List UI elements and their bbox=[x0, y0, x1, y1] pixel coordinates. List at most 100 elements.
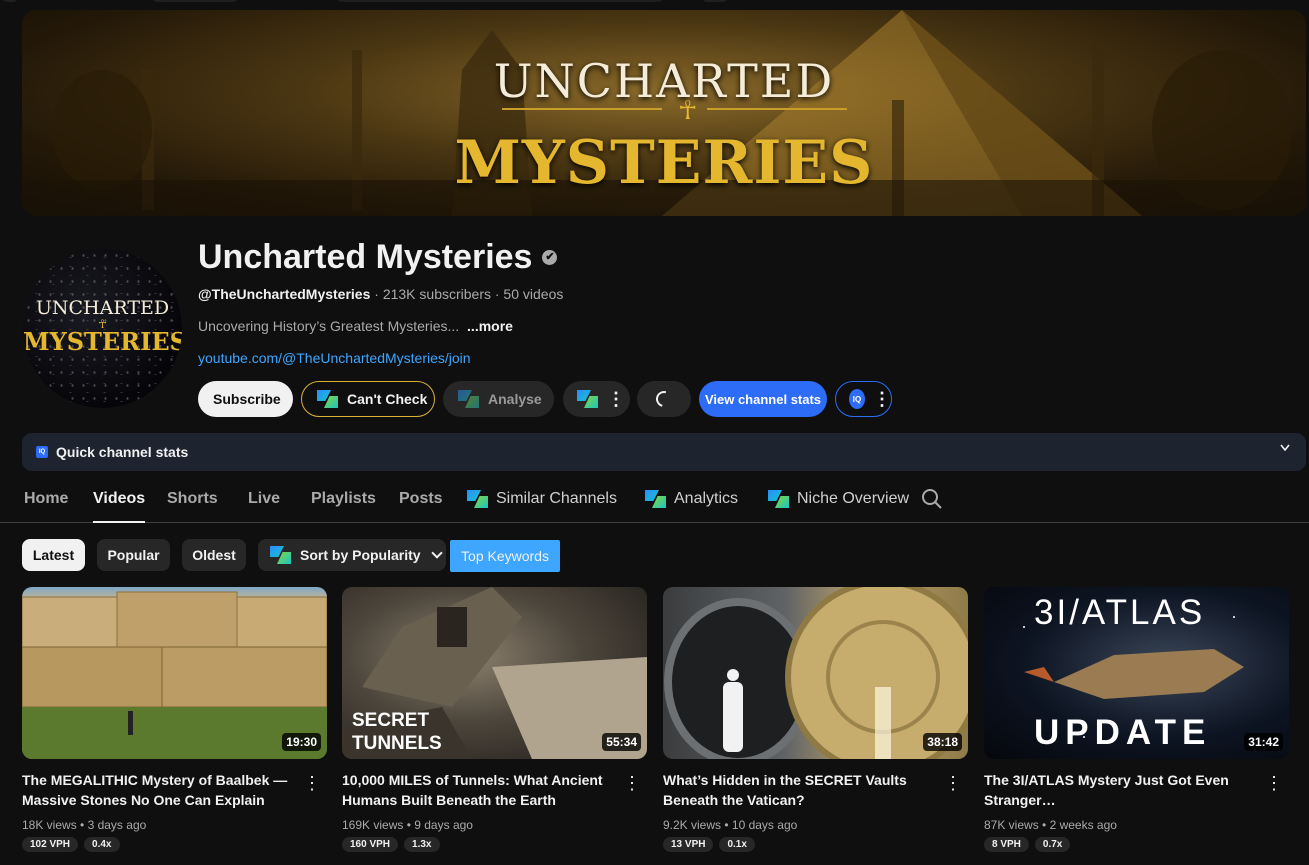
verified-icon: ✔ bbox=[542, 250, 558, 265]
kebab-icon: ⋮ bbox=[607, 389, 625, 409]
nexlev-logo-icon bbox=[458, 390, 480, 408]
video-views: 9.2K views bbox=[663, 818, 722, 832]
video-meta: 87K views • 2 weeks ago bbox=[984, 818, 1117, 832]
vph-badge: 13 VPH bbox=[663, 837, 714, 852]
view-channel-stats-button[interactable]: View channel stats bbox=[699, 381, 827, 417]
outlier-ratio-badge: 0.1x bbox=[719, 837, 755, 852]
tab-live[interactable]: Live bbox=[248, 490, 280, 508]
thumbnail-text: SECRET TUNNELS bbox=[352, 709, 442, 755]
channel-description[interactable]: Uncovering History’s Greatest Mysteries.… bbox=[198, 318, 513, 334]
top-strip bbox=[0, 0, 1309, 10]
more-link[interactable]: ...more bbox=[467, 318, 513, 334]
tab-playlists[interactable]: Playlists bbox=[311, 490, 376, 508]
join-link[interactable]: youtube.com/@TheUnchartedMysteries/join bbox=[198, 350, 471, 366]
meta-separator: • bbox=[721, 818, 732, 832]
video-title[interactable]: The 3I/ATLAS Mystery Just Got Even Stran… bbox=[984, 770, 1264, 810]
kebab-icon[interactable]: ⋮ bbox=[623, 773, 641, 794]
channel-stats: · 213K subscribers · 50 videos bbox=[370, 286, 564, 302]
chevron-down-icon bbox=[430, 547, 443, 559]
tab-shorts[interactable]: Shorts bbox=[167, 490, 218, 508]
thumbnail-text-line1: SECRET bbox=[352, 710, 430, 731]
loading-button[interactable] bbox=[637, 381, 691, 417]
video-views: 169K views bbox=[342, 818, 404, 832]
video-title[interactable]: 10,000 MILES of Tunnels: What Ancient Hu… bbox=[342, 770, 622, 810]
video-meta: 169K views • 9 days ago bbox=[342, 818, 473, 832]
banner-title-line1: UNCHARTED bbox=[493, 54, 835, 108]
top-strip-pill bbox=[150, 0, 240, 2]
top-strip-pill bbox=[700, 0, 730, 2]
video-thumbnail[interactable]: 38:18 bbox=[663, 587, 968, 759]
tab-label: Similar Channels bbox=[496, 490, 617, 507]
banner-rule-right bbox=[707, 108, 847, 110]
vph-badge: 160 VPH bbox=[342, 837, 399, 852]
video-duration: 19:30 bbox=[282, 733, 321, 751]
analyse-button[interactable]: Analyse bbox=[443, 381, 554, 417]
kebab-icon[interactable]: ⋮ bbox=[1265, 773, 1283, 794]
video-thumbnail[interactable]: 19:30 bbox=[22, 587, 327, 759]
filter-oldest-chip[interactable]: Oldest bbox=[182, 539, 246, 571]
filter-latest-chip[interactable]: Latest bbox=[22, 539, 85, 571]
video-card[interactable]: 3I/ATLAS UPDATE 31:42 The 3I/ATLAS Myste… bbox=[984, 587, 1289, 852]
top-strip-pill bbox=[0, 0, 20, 2]
sort-by-popularity-dropdown[interactable]: Sort by Popularity bbox=[258, 539, 446, 571]
top-keywords-button[interactable]: Top Keywords bbox=[450, 540, 560, 572]
video-meta: 18K views • 3 days ago bbox=[22, 818, 146, 832]
channel-meta: @TheUnchartedMysteries · 213K subscriber… bbox=[198, 286, 563, 302]
nexlev-logo-icon bbox=[768, 490, 790, 508]
video-age: 3 days ago bbox=[87, 818, 147, 832]
video-card[interactable]: 19:30 The MEGALITHIC Mystery of Baalbek … bbox=[22, 587, 327, 852]
iq-icon: IQ bbox=[849, 389, 865, 409]
iq-menu-button[interactable]: IQ ⋮ bbox=[835, 381, 892, 417]
nexlev-logo-icon bbox=[577, 390, 599, 408]
channel-avatar[interactable]: UNCHARTED ☥ MYSTERIES bbox=[23, 249, 182, 408]
nexlev-logo-icon bbox=[645, 490, 667, 508]
thumbnail-art bbox=[664, 587, 968, 759]
channel-handle: @TheUnchartedMysteries bbox=[198, 286, 371, 302]
video-thumbnail[interactable]: SECRET TUNNELS 55:34 bbox=[342, 587, 647, 759]
video-age: 9 days ago bbox=[414, 818, 473, 832]
kebab-icon[interactable]: ⋮ bbox=[944, 773, 962, 794]
cant-check-label: Can't Check bbox=[347, 391, 428, 407]
thumbnail-text-line2: TUNNELS bbox=[352, 733, 442, 754]
tab-analytics[interactable]: Analytics bbox=[645, 490, 738, 508]
nexlev-logo-icon bbox=[270, 546, 292, 564]
video-thumbnail[interactable]: 3I/ATLAS UPDATE 31:42 bbox=[984, 587, 1289, 759]
video-badges: 102 VPH 0.4x bbox=[22, 837, 120, 852]
tab-home[interactable]: Home bbox=[24, 490, 68, 508]
nexlev-logo-icon bbox=[467, 490, 489, 508]
outlier-ratio-badge: 1.3x bbox=[404, 837, 440, 852]
quick-stats-label: Quick channel stats bbox=[56, 444, 189, 460]
video-card[interactable]: SECRET TUNNELS 55:34 10,000 MILES of Tun… bbox=[342, 587, 647, 852]
video-title[interactable]: The MEGALITHIC Mystery of Baalbek — Mass… bbox=[22, 770, 302, 810]
video-badges: 160 VPH 1.3x bbox=[342, 837, 440, 852]
meta-separator: • bbox=[76, 818, 88, 832]
video-duration: 31:42 bbox=[1244, 733, 1283, 751]
avatar-line2: MYSTERIES bbox=[23, 327, 182, 356]
video-title[interactable]: What’s Hidden in the SECRET Vaults Benea… bbox=[663, 770, 943, 810]
video-card[interactable]: 38:18 What’s Hidden in the SECRET Vaults… bbox=[663, 587, 968, 852]
channel-name-text: Uncharted Mysteries bbox=[198, 238, 533, 276]
channel-name: Uncharted Mysteries ✔ bbox=[198, 238, 558, 277]
video-views: 87K views bbox=[984, 818, 1039, 832]
outlier-ratio-badge: 0.4x bbox=[84, 837, 120, 852]
tab-niche-overview[interactable]: Niche Overview bbox=[768, 490, 909, 508]
video-age: 10 days ago bbox=[731, 818, 798, 832]
subscribe-button[interactable]: Subscribe bbox=[198, 381, 293, 417]
kebab-icon[interactable]: ⋮ bbox=[303, 773, 321, 794]
tab-posts[interactable]: Posts bbox=[399, 490, 443, 508]
kebab-icon: ⋮ bbox=[873, 389, 891, 409]
extension-menu-button[interactable]: ⋮ bbox=[563, 381, 630, 417]
spinner-icon bbox=[653, 388, 675, 410]
thumbnail-art bbox=[22, 591, 327, 759]
tab-videos[interactable]: Videos bbox=[93, 490, 146, 523]
channel-banner: ☥ UNCHARTED MYSTERIES bbox=[22, 10, 1306, 216]
tab-similar-channels[interactable]: Similar Channels bbox=[467, 490, 617, 508]
meta-separator: • bbox=[403, 818, 415, 832]
quick-channel-stats-bar[interactable]: IQ Quick channel stats bbox=[22, 433, 1306, 471]
channel-tabs: Home Videos Shorts Live Playlists Posts … bbox=[0, 475, 1309, 523]
cant-check-button[interactable]: Can't Check bbox=[301, 381, 435, 417]
search-icon[interactable] bbox=[921, 488, 943, 510]
video-duration: 55:34 bbox=[602, 733, 641, 751]
filter-popular-chip[interactable]: Popular bbox=[97, 539, 170, 571]
video-badges: 13 VPH 0.1x bbox=[663, 837, 755, 852]
